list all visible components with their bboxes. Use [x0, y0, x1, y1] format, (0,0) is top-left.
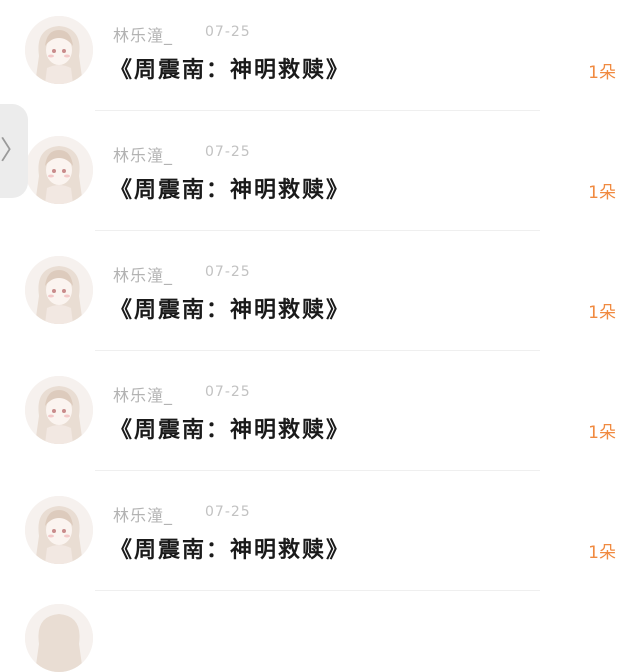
username[interactable]: 林乐潼_	[113, 382, 173, 406]
avatar[interactable]	[25, 496, 93, 564]
avatar[interactable]	[25, 604, 93, 672]
post-title[interactable]: 《周震南：神明救赎》	[110, 292, 350, 324]
avatar[interactable]	[25, 136, 93, 204]
post-time: 07-25	[205, 144, 251, 160]
gift-count: 1朵	[588, 63, 616, 83]
username[interactable]: 林乐潼_	[113, 502, 173, 526]
divider	[95, 470, 540, 471]
gift-count: 1朵	[588, 183, 616, 203]
post-title[interactable]: 《周震南：神明救赎》	[110, 412, 350, 444]
gift-count: 1朵	[588, 303, 616, 323]
avatar-image	[25, 496, 93, 564]
post-time: 07-25	[205, 264, 251, 280]
avatar[interactable]	[25, 16, 93, 84]
post-row[interactable]: 林乐潼_ 07-25 《周震南：神明救赎》 1朵	[0, 480, 640, 600]
username[interactable]: 林乐潼_	[113, 262, 173, 286]
post-title[interactable]: 《周震南：神明救赎》	[110, 52, 350, 84]
avatar-image	[25, 256, 93, 324]
post-title[interactable]: 《周震南：神明救赎》	[110, 172, 350, 204]
post-time: 07-25	[205, 384, 251, 400]
post-row[interactable]: 林乐潼_ 07-25 《周震南：神明救赎》 1朵	[0, 240, 640, 360]
avatar-image	[25, 376, 93, 444]
chevron-right-icon: 〉	[0, 136, 26, 166]
post-row[interactable]: 林乐潼_ 07-25 《周震南：神明救赎》 1朵	[0, 120, 640, 240]
gift-count: 1朵	[588, 423, 616, 443]
divider	[95, 350, 540, 351]
post-time: 07-25	[205, 504, 251, 520]
post-feed: 林乐潼_ 07-25 《周震南：神明救赎》 1朵 林乐潼_ 07-25 《周震南…	[0, 0, 640, 672]
avatar[interactable]	[25, 376, 93, 444]
post-time: 07-25	[205, 24, 251, 40]
divider	[95, 230, 540, 231]
gift-count: 1朵	[588, 543, 616, 563]
username[interactable]: 林乐潼_	[113, 22, 173, 46]
post-row[interactable]: 林乐潼_ 07-25 《周震南：神明救赎》 1朵	[0, 360, 640, 480]
side-drawer-handle[interactable]: 〉	[0, 104, 28, 198]
avatar-image	[25, 136, 93, 204]
username[interactable]: 林乐潼_	[113, 142, 173, 166]
avatar[interactable]	[25, 256, 93, 324]
post-row[interactable]: 林乐潼_ 07-25 《周震南：神明救赎》 1朵	[0, 0, 640, 120]
divider	[95, 590, 540, 591]
avatar-image	[25, 604, 93, 672]
avatar-image	[25, 16, 93, 84]
post-title[interactable]: 《周震南：神明救赎》	[110, 532, 350, 564]
divider	[95, 110, 540, 111]
